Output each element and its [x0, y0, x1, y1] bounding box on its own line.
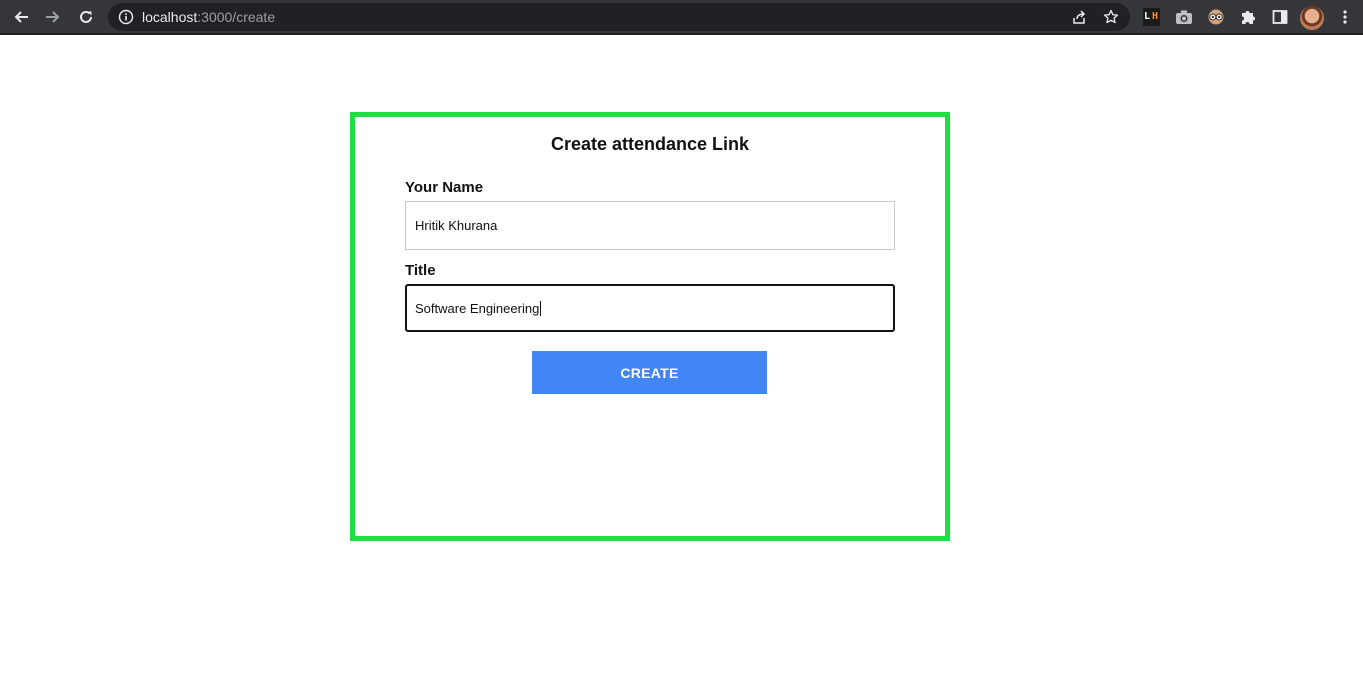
extensions-button[interactable]: [1238, 7, 1258, 27]
name-input[interactable]: Hritik Khurana: [405, 201, 895, 250]
text-caret: [540, 300, 542, 316]
reload-button[interactable]: [74, 5, 98, 29]
share-button[interactable]: [1070, 8, 1088, 26]
star-icon: [1103, 9, 1119, 24]
lighthouse-letter-h: H: [1151, 11, 1159, 22]
eyes-extension-button[interactable]: [1206, 7, 1226, 27]
camera-extension-button[interactable]: [1174, 7, 1194, 27]
reload-icon: [80, 10, 92, 23]
side-panel-icon: [1272, 10, 1288, 24]
url-host: localhost: [142, 9, 198, 25]
lighthouse-icon[interactable]: L H: [1143, 8, 1160, 26]
create-form-card: Create attendance Link Your Name Hritik …: [350, 112, 950, 541]
forward-arrow-icon: [46, 11, 60, 23]
url-path: :3000/create: [197, 9, 276, 25]
lighthouse-letter-l: L: [1143, 11, 1151, 22]
side-panel-button[interactable]: [1270, 7, 1290, 27]
name-label: Your Name: [405, 179, 484, 196]
browser-menu-button[interactable]: [1335, 7, 1355, 27]
eyes-extension-icon: [1208, 9, 1224, 25]
info-icon[interactable]: [118, 9, 134, 25]
title-input[interactable]: Software Engineering: [405, 284, 895, 332]
camera-icon: [1176, 10, 1192, 24]
bookmark-button[interactable]: [1102, 8, 1120, 26]
url-text: localhost:3000/create: [142, 9, 275, 25]
avatar[interactable]: [1300, 6, 1324, 30]
create-button[interactable]: CREATE: [532, 351, 767, 394]
page-title: Create attendance Link: [550, 134, 750, 154]
title-label: Title: [405, 262, 436, 279]
back-button[interactable]: [9, 5, 33, 29]
address-bar[interactable]: localhost:3000/create: [108, 3, 1130, 31]
puzzle-icon: [1242, 11, 1255, 24]
forward-button[interactable]: [41, 5, 65, 29]
share-icon: [1073, 10, 1086, 24]
name-input-value: Hritik Khurana: [415, 218, 498, 233]
title-input-value: Software Engineering: [415, 300, 540, 316]
back-arrow-icon: [14, 11, 28, 23]
kebab-menu-icon: [1343, 10, 1347, 24]
browser-toolbar: localhost:3000/create L H: [0, 0, 1363, 35]
